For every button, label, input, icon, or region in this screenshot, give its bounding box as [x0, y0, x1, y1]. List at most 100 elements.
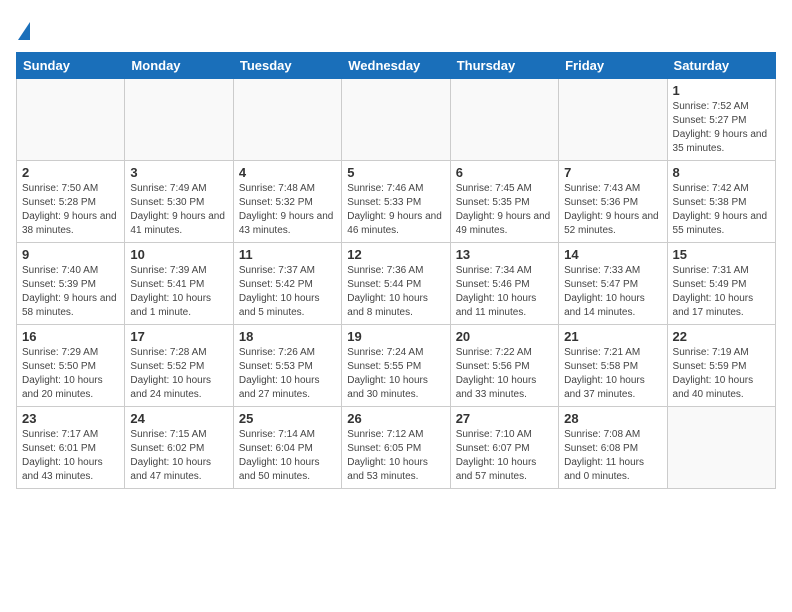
page-header: [16, 16, 776, 40]
day-number: 1: [673, 83, 770, 98]
calendar-cell: 5Sunrise: 7:46 AM Sunset: 5:33 PM Daylig…: [342, 161, 450, 243]
day-number: 2: [22, 165, 119, 180]
day-number: 10: [130, 247, 227, 262]
day-info: Sunrise: 7:43 AM Sunset: 5:36 PM Dayligh…: [564, 182, 661, 238]
calendar-table: SundayMondayTuesdayWednesdayThursdayFrid…: [16, 52, 776, 489]
day-info: Sunrise: 7:34 AM Sunset: 5:46 PM Dayligh…: [456, 264, 553, 320]
day-info: Sunrise: 7:26 AM Sunset: 5:53 PM Dayligh…: [239, 346, 336, 402]
day-info: Sunrise: 7:45 AM Sunset: 5:35 PM Dayligh…: [456, 182, 553, 238]
day-number: 11: [239, 247, 336, 262]
calendar-cell: 19 Sunrise: 7:24 AM Sunset: 5:55 PM Dayli…: [342, 325, 450, 407]
weekday-header-friday: Friday: [559, 53, 667, 79]
day-number: 15: [673, 247, 770, 262]
day-info: Sunrise: 7:12 AM Sunset: 6:05 PM Dayligh…: [347, 428, 444, 484]
day-number: 9: [22, 247, 119, 262]
calendar-cell: 6 Sunrise: 7:45 AM Sunset: 5:35 PM Daylig…: [450, 161, 558, 243]
calendar-cell: 2 Sunrise: 7:50 AM Sunset: 5:28 PM Daylig…: [17, 161, 125, 243]
weekday-header-sunday: Sunday: [17, 53, 125, 79]
calendar-cell: 23Sunrise: 7:17 AM Sunset: 6:01 PM Dayli…: [17, 407, 125, 489]
calendar-cell: [233, 79, 341, 161]
calendar-cell: 24 Sunrise: 7:15 AM Sunset: 6:02 PM Dayli…: [125, 407, 233, 489]
calendar-cell: 12 Sunrise: 7:36 AM Sunset: 5:44 PM Dayli…: [342, 243, 450, 325]
week-row-4: 16 Sunrise: 7:29 AM Sunset: 5:50 PM Dayli…: [17, 325, 776, 407]
weekday-header-monday: Monday: [125, 53, 233, 79]
calendar-cell: 9 Sunrise: 7:40 AM Sunset: 5:39 PM Daylig…: [17, 243, 125, 325]
day-number: 16: [22, 329, 119, 344]
logo: [16, 16, 30, 40]
calendar-cell: 17Sunrise: 7:28 AM Sunset: 5:52 PM Dayli…: [125, 325, 233, 407]
day-info: Sunrise: 7:48 AM Sunset: 5:32 PM Dayligh…: [239, 182, 336, 238]
day-number: 12: [347, 247, 444, 262]
day-number: 7: [564, 165, 661, 180]
day-number: 22: [673, 329, 770, 344]
day-number: 21: [564, 329, 661, 344]
calendar-cell: 21 Sunrise: 7:21 AM Sunset: 5:58 PM Dayli…: [559, 325, 667, 407]
day-info: Sunrise: 7:49 AM Sunset: 5:30 PM Dayligh…: [130, 182, 227, 238]
day-info: Sunrise: 7:08 AM Sunset: 6:08 PM Dayligh…: [564, 428, 661, 484]
calendar-cell: [667, 407, 775, 489]
calendar-cell: [450, 79, 558, 161]
day-number: 8: [673, 165, 770, 180]
calendar-cell: [342, 79, 450, 161]
calendar-cell: 16 Sunrise: 7:29 AM Sunset: 5:50 PM Dayli…: [17, 325, 125, 407]
day-number: 18: [239, 329, 336, 344]
weekday-header-wednesday: Wednesday: [342, 53, 450, 79]
day-number: 27: [456, 411, 553, 426]
calendar-cell: 13 Sunrise: 7:34 AM Sunset: 5:46 PM Dayli…: [450, 243, 558, 325]
day-number: 20: [456, 329, 553, 344]
day-info: Sunrise: 7:21 AM Sunset: 5:58 PM Dayligh…: [564, 346, 661, 402]
day-number: 26: [347, 411, 444, 426]
calendar-cell: 14 Sunrise: 7:33 AM Sunset: 5:47 PM Dayli…: [559, 243, 667, 325]
day-info: Sunrise: 7:28 AM Sunset: 5:52 PM Dayligh…: [130, 346, 227, 402]
calendar-cell: 4 Sunrise: 7:48 AM Sunset: 5:32 PM Daylig…: [233, 161, 341, 243]
calendar-cell: 10 Sunrise: 7:39 AM Sunset: 5:41 PM Dayli…: [125, 243, 233, 325]
day-number: 14: [564, 247, 661, 262]
calendar-cell: 11Sunrise: 7:37 AM Sunset: 5:42 PM Dayli…: [233, 243, 341, 325]
day-number: 4: [239, 165, 336, 180]
day-info: Sunrise: 7:29 AM Sunset: 5:50 PM Dayligh…: [22, 346, 119, 402]
day-info: Sunrise: 7:33 AM Sunset: 5:47 PM Dayligh…: [564, 264, 661, 320]
calendar-cell: 20 Sunrise: 7:22 AM Sunset: 5:56 PM Dayli…: [450, 325, 558, 407]
day-info: Sunrise: 7:39 AM Sunset: 5:41 PM Dayligh…: [130, 264, 227, 320]
day-info: Sunrise: 7:40 AM Sunset: 5:39 PM Dayligh…: [22, 264, 119, 320]
day-info: Sunrise: 7:24 AM Sunset: 5:55 PM Dayligh…: [347, 346, 444, 402]
day-info: Sunrise: 7:15 AM Sunset: 6:02 PM Dayligh…: [130, 428, 227, 484]
calendar-cell: [17, 79, 125, 161]
week-row-3: 9 Sunrise: 7:40 AM Sunset: 5:39 PM Daylig…: [17, 243, 776, 325]
week-row-5: 23Sunrise: 7:17 AM Sunset: 6:01 PM Dayli…: [17, 407, 776, 489]
day-info: Sunrise: 7:31 AM Sunset: 5:49 PM Dayligh…: [673, 264, 770, 320]
calendar-cell: 27Sunrise: 7:10 AM Sunset: 6:07 PM Dayli…: [450, 407, 558, 489]
day-number: 25: [239, 411, 336, 426]
calendar-cell: 7 Sunrise: 7:43 AM Sunset: 5:36 PM Daylig…: [559, 161, 667, 243]
weekday-header-tuesday: Tuesday: [233, 53, 341, 79]
logo-arrow-icon: [18, 22, 30, 40]
calendar-cell: 1 Sunrise: 7:52 AM Sunset: 5:27 PM Daylig…: [667, 79, 775, 161]
calendar-cell: 22 Sunrise: 7:19 AM Sunset: 5:59 PM Dayli…: [667, 325, 775, 407]
day-info: Sunrise: 7:22 AM Sunset: 5:56 PM Dayligh…: [456, 346, 553, 402]
day-info: Sunrise: 7:36 AM Sunset: 5:44 PM Dayligh…: [347, 264, 444, 320]
day-info: Sunrise: 7:14 AM Sunset: 6:04 PM Dayligh…: [239, 428, 336, 484]
day-number: 24: [130, 411, 227, 426]
day-number: 13: [456, 247, 553, 262]
day-info: Sunrise: 7:17 AM Sunset: 6:01 PM Dayligh…: [22, 428, 119, 484]
day-number: 19: [347, 329, 444, 344]
day-number: 3: [130, 165, 227, 180]
calendar-cell: 26 Sunrise: 7:12 AM Sunset: 6:05 PM Dayli…: [342, 407, 450, 489]
weekday-header-row: SundayMondayTuesdayWednesdayThursdayFrid…: [17, 53, 776, 79]
calendar-cell: 8 Sunrise: 7:42 AM Sunset: 5:38 PM Daylig…: [667, 161, 775, 243]
calendar-cell: [559, 79, 667, 161]
calendar-cell: 18 Sunrise: 7:26 AM Sunset: 5:53 PM Dayli…: [233, 325, 341, 407]
calendar-cell: 25 Sunrise: 7:14 AM Sunset: 6:04 PM Dayli…: [233, 407, 341, 489]
day-info: Sunrise: 7:50 AM Sunset: 5:28 PM Dayligh…: [22, 182, 119, 238]
day-number: 28: [564, 411, 661, 426]
calendar-cell: 28 Sunrise: 7:08 AM Sunset: 6:08 PM Dayli…: [559, 407, 667, 489]
day-info: Sunrise: 7:52 AM Sunset: 5:27 PM Dayligh…: [673, 100, 770, 156]
day-number: 6: [456, 165, 553, 180]
weekday-header-thursday: Thursday: [450, 53, 558, 79]
week-row-2: 2 Sunrise: 7:50 AM Sunset: 5:28 PM Daylig…: [17, 161, 776, 243]
calendar-cell: 3 Sunrise: 7:49 AM Sunset: 5:30 PM Daylig…: [125, 161, 233, 243]
calendar-cell: 15 Sunrise: 7:31 AM Sunset: 5:49 PM Dayli…: [667, 243, 775, 325]
weekday-header-saturday: Saturday: [667, 53, 775, 79]
day-info: Sunrise: 7:19 AM Sunset: 5:59 PM Dayligh…: [673, 346, 770, 402]
day-info: Sunrise: 7:42 AM Sunset: 5:38 PM Dayligh…: [673, 182, 770, 238]
